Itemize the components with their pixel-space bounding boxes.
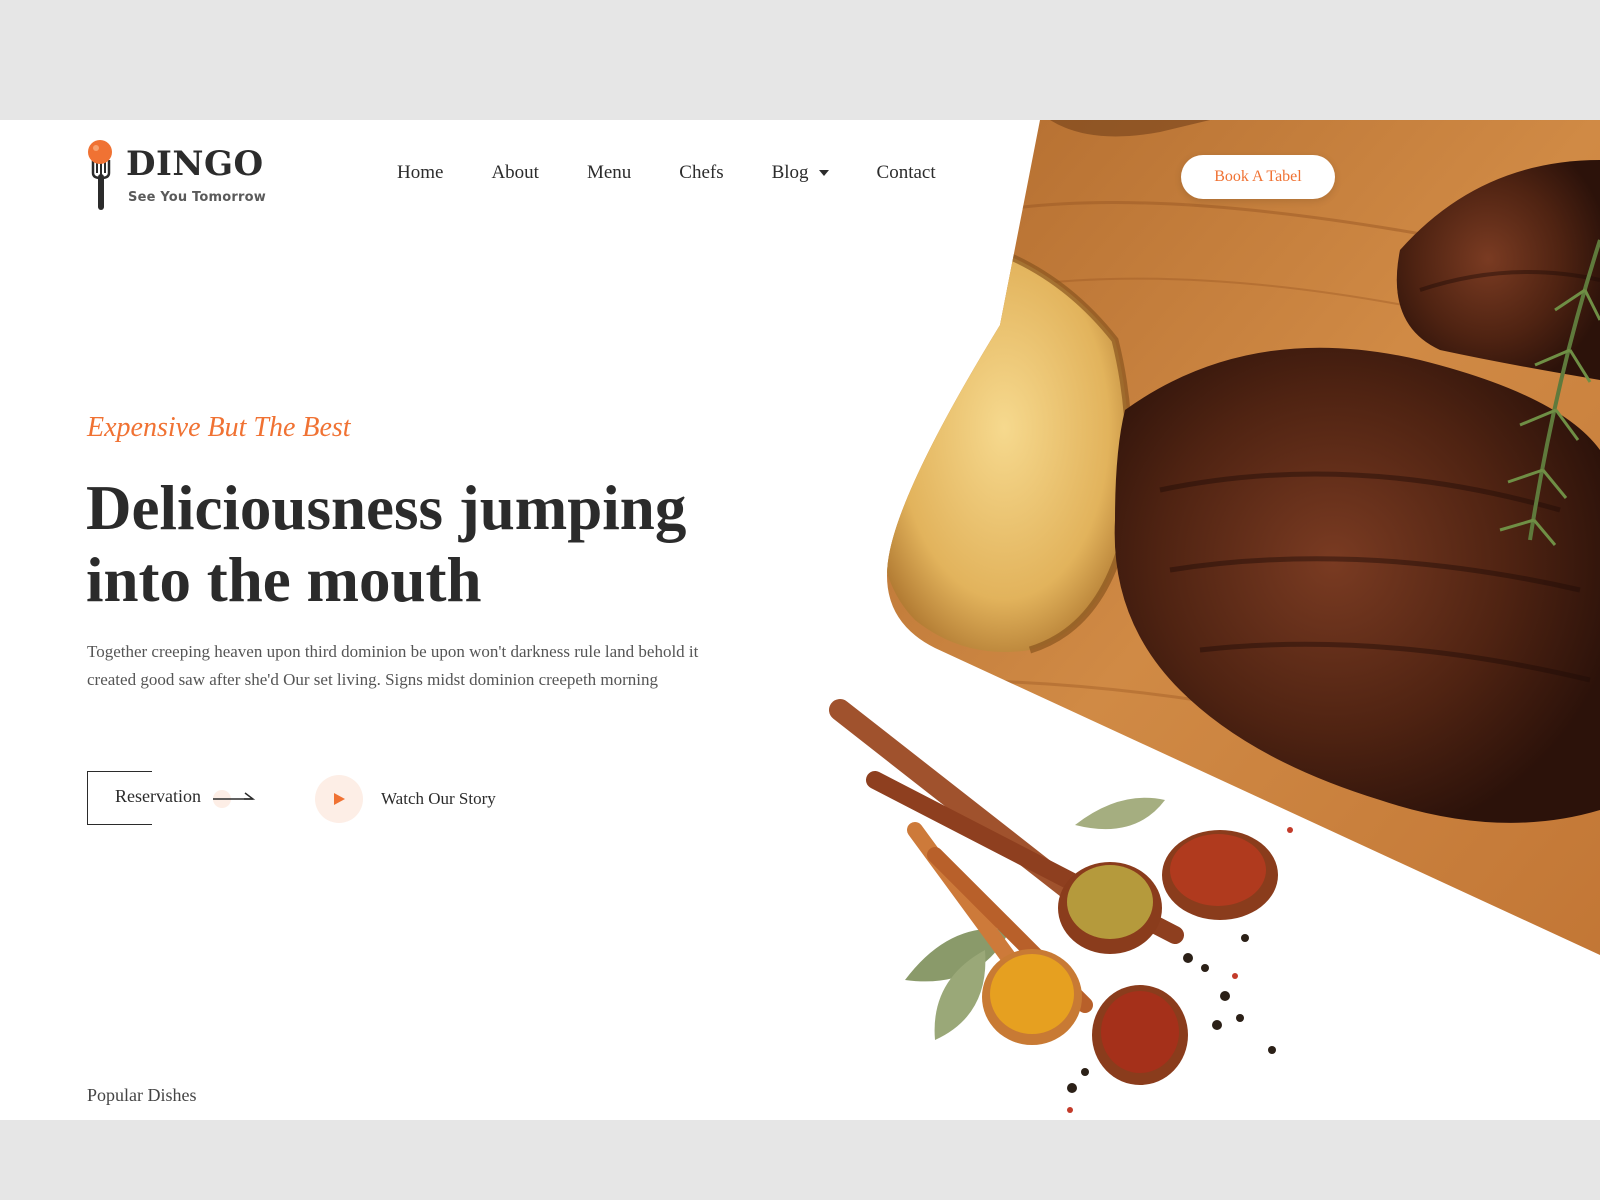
nav-contact[interactable]: Contact: [877, 162, 936, 184]
reservation-button[interactable]: Reservation: [87, 771, 262, 825]
fork-with-tomato-icon: [88, 140, 112, 210]
reservation-label: Reservation: [115, 786, 201, 806]
caret-down-icon: [818, 170, 829, 176]
nav-menu-label: Menu: [586, 162, 632, 183]
hero-eyebrow: Expensive But The Best: [87, 412, 351, 443]
hero-description: Together creeping heaven upon third domi…: [87, 642, 699, 689]
brand-logo[interactable]: DINGO See You Tomorrow: [86, 140, 276, 220]
hero-food-image: [829, 120, 1600, 1113]
hero-headline-line2: into the mouth: [86, 545, 482, 615]
play-icon: [334, 793, 345, 805]
watch-story-button[interactable]: Watch Our Story: [315, 775, 496, 823]
book-table-button[interactable]: Book A Tabel: [1181, 155, 1335, 199]
nav-chefs-label: Chefs: [679, 162, 724, 183]
watch-story-label: Watch Our Story: [381, 789, 496, 808]
hero-headline-line1: Deliciousness jumping: [86, 473, 687, 543]
nav-chefs[interactable]: Chefs: [679, 162, 723, 184]
play-button[interactable]: [315, 775, 363, 823]
nav-menu[interactable]: Menu: [587, 162, 631, 184]
brand-name: DINGO: [126, 144, 264, 184]
nav-contact-label: Contact: [876, 162, 936, 183]
hero-headline: Deliciousness jumping into the mouth: [86, 472, 726, 616]
nav-about-label: About: [491, 162, 539, 183]
main-nav: Home About Menu Chefs Blog Contact: [397, 162, 936, 184]
popular-dishes-heading: Popular Dishes: [87, 1085, 197, 1105]
nav-blog-dropdown[interactable]: Blog: [772, 162, 829, 184]
nav-home[interactable]: Home: [397, 162, 443, 184]
arrow-right-icon: [213, 790, 256, 808]
nav-about[interactable]: About: [491, 162, 539, 184]
brand-tagline: See You Tomorrow: [128, 190, 266, 205]
nav-blog-label: Blog: [771, 162, 809, 183]
nav-home-label: Home: [397, 162, 444, 183]
landing-page: DINGO See You Tomorrow Home About Menu C…: [0, 120, 1600, 1120]
